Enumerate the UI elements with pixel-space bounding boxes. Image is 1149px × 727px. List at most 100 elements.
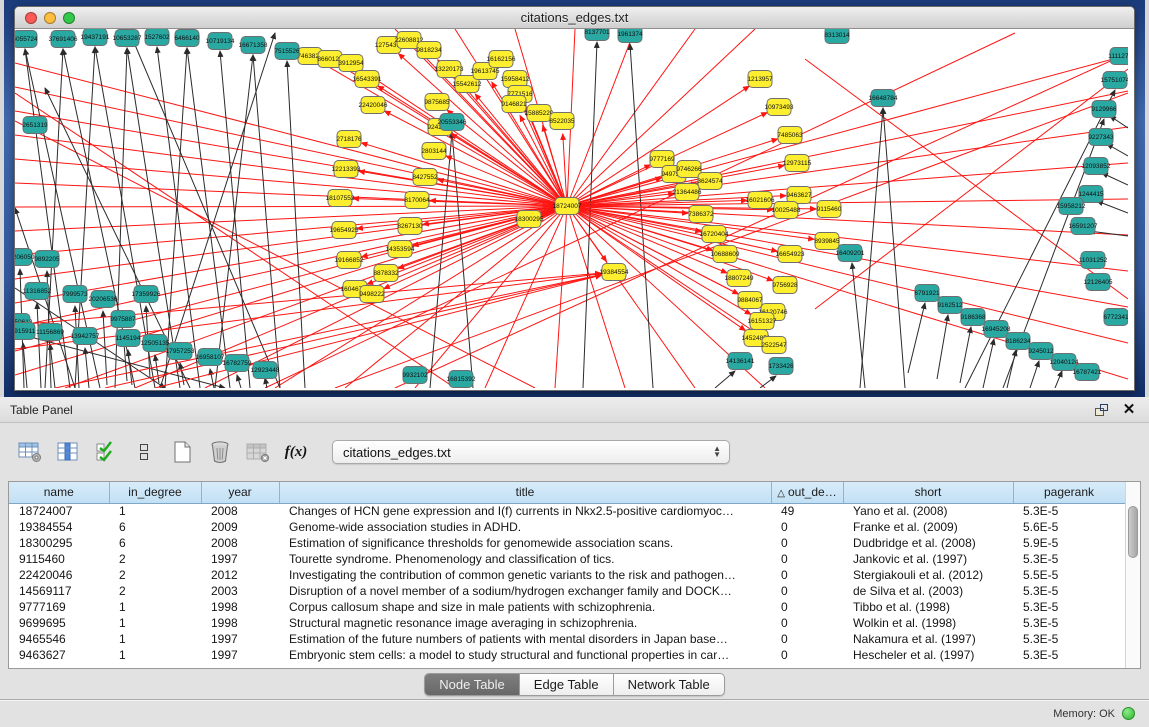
graph-node[interactable]: 1961374 (617, 29, 643, 43)
graph-node[interactable]: 9777169 (649, 151, 675, 168)
table-cell[interactable]: 0 (771, 519, 843, 535)
table-cell[interactable]: Franke et al. (2009) (843, 519, 1013, 535)
graph-node[interactable]: 9875685 (424, 94, 450, 111)
table-cell[interactable]: Dudbridge et al. (2008) (843, 535, 1013, 551)
table-cell[interactable]: 1 (109, 615, 201, 631)
graph-node[interactable]: 16162156 (487, 51, 516, 68)
graph-node[interactable]: 16654923 (776, 246, 805, 263)
graph-node[interactable]: 8878332 (373, 265, 399, 282)
graph-node[interactable]: 9932102 (402, 367, 428, 384)
selection-mode-icon[interactable] (128, 437, 160, 467)
graph-node[interactable]: 17957253 (166, 343, 195, 360)
graph-node[interactable]: 2718176 (336, 131, 362, 148)
select-all-icon[interactable] (90, 437, 122, 467)
table-cell[interactable]: 0 (771, 567, 843, 583)
table-cell[interactable]: 1 (109, 599, 201, 615)
graph-node[interactable]: 16591207 (1069, 218, 1098, 235)
table-cell[interactable]: 5.3E-5 (1013, 551, 1125, 567)
graph-node[interactable]: 16648784 (869, 90, 898, 107)
graph-node[interactable]: 7999573 (62, 286, 88, 303)
graph-node[interactable]: 37691406 (49, 31, 78, 48)
graph-node[interactable]: 6466140 (174, 30, 200, 47)
table-cell[interactable]: 2008 (201, 535, 279, 551)
function-builder-icon[interactable]: f(x) (280, 437, 312, 467)
graph-node[interactable]: 16958107 (196, 349, 225, 366)
graph-node[interactable]: 6791921 (914, 285, 940, 302)
graph-node[interactable]: 2522547 (761, 337, 787, 354)
select-columns-icon[interactable] (52, 437, 84, 467)
graph-node[interactable]: 9975887 (110, 311, 136, 328)
graph-node[interactable]: 15751074 (1101, 72, 1128, 89)
graph-node[interactable]: 18300295 (515, 211, 544, 228)
graph-node[interactable]: 22420046 (359, 97, 388, 114)
table-row[interactable]: 911546021997Tourette syndrome. Phenomeno… (9, 551, 1125, 567)
table-cell[interactable]: 0 (771, 631, 843, 647)
graph-node[interactable]: 8267130 (397, 218, 423, 235)
table-cell[interactable]: 5.5E-5 (1013, 567, 1125, 583)
graph-node[interactable]: 18107552 (326, 190, 355, 207)
graph-node[interactable]: 8313014 (824, 29, 850, 44)
graph-node[interactable]: 9818234 (416, 42, 442, 59)
graph-node[interactable]: 16787421 (1073, 364, 1102, 381)
graph-node[interactable]: 12923448 (251, 362, 280, 379)
graph-node[interactable]: 18724007 (553, 198, 582, 215)
table-cell[interactable]: 18300295 (9, 535, 109, 551)
graph-node[interactable]: 1145194 (116, 330, 141, 347)
table-cell[interactable]: 2 (109, 583, 201, 599)
graph-node[interactable]: 3624574 (697, 173, 723, 190)
table-cell[interactable]: 2 (109, 567, 201, 583)
graph-node[interactable]: 1733426 (768, 358, 794, 375)
graph-node[interactable]: 9186368 (960, 309, 986, 326)
table-cell[interactable]: 18724007 (9, 503, 109, 519)
table-cell[interactable]: 1998 (201, 599, 279, 615)
table-cell[interactable]: 1 (109, 503, 201, 519)
table-settings-icon[interactable] (14, 437, 46, 467)
graph-node[interactable]: 11156869 (36, 324, 64, 341)
table-cell[interactable]: 5.3E-5 (1013, 615, 1125, 631)
table-row[interactable]: 1830029562008Estimation of significance … (9, 535, 1125, 551)
table-cell[interactable]: 5.3E-5 (1013, 583, 1125, 599)
table-cell[interactable]: 1 (109, 631, 201, 647)
graph-node[interactable]: 8170064 (404, 192, 430, 209)
graph-node[interactable]: 3915911 (15, 323, 36, 340)
table-cell[interactable]: 9699695 (9, 615, 109, 631)
table-selector[interactable]: citations_edges.txt ▲▼ (332, 440, 730, 464)
graph-node[interactable]: 19437191 (81, 29, 110, 46)
graph-node[interactable]: 25206050 (15, 249, 35, 266)
delete-table-icon[interactable] (204, 437, 236, 467)
table-row[interactable]: 1456911722003Disruption of a novel membe… (9, 583, 1125, 599)
table-cell[interactable]: Stergiakouli et al. (2012) (843, 567, 1013, 583)
table-scrollbar[interactable] (1125, 482, 1140, 668)
graph-node[interactable]: 10719134 (206, 33, 235, 50)
table-cell[interactable]: Genome-wide association studies in ADHD. (279, 519, 771, 535)
delete-column-icon[interactable] (242, 437, 274, 467)
graph-node[interactable]: 14353594 (386, 241, 415, 258)
tab-network-table[interactable]: Network Table (614, 674, 724, 695)
graph-node[interactable]: 9162512 (937, 297, 963, 314)
column-header-title[interactable]: title (279, 482, 771, 503)
graph-node[interactable]: 16021606 (746, 192, 775, 209)
table-cell[interactable]: 1997 (201, 551, 279, 567)
table-row[interactable]: 946362711997Embryonic stem cells: a mode… (9, 647, 1125, 663)
graph-node[interactable]: 2803144 (421, 143, 447, 160)
graph-node[interactable]: 9756928 (772, 277, 798, 294)
graph-node[interactable]: 8427552 (412, 169, 438, 186)
table-cell[interactable]: 0 (771, 599, 843, 615)
graph-node[interactable]: 6772341 (1103, 309, 1128, 326)
graph-node[interactable]: 9498222 (359, 286, 385, 303)
table-cell[interactable]: 0 (771, 535, 843, 551)
graph-node[interactable]: 20553346 (438, 114, 467, 131)
graph-node[interactable]: 1213957 (747, 71, 773, 88)
graph-node[interactable]: 21364486 (673, 184, 702, 201)
network-window-titlebar[interactable]: citations_edges.txt (15, 7, 1134, 29)
table-cell[interactable]: 9115460 (9, 551, 109, 567)
table-cell[interactable]: Structural magnetic resonance image aver… (279, 615, 771, 631)
table-cell[interactable]: 5.6E-5 (1013, 519, 1125, 535)
graph-node[interactable]: 19654925 (330, 222, 359, 239)
table-cell[interactable]: Embryonic stem cells: a model to study s… (279, 647, 771, 663)
graph-node[interactable]: 14136141 (726, 353, 755, 370)
table-cell[interactable]: Jankovic et al. (1997) (843, 551, 1013, 567)
column-header-pagerank[interactable]: pagerank (1013, 482, 1125, 503)
close-icon[interactable]: ✕ (1119, 401, 1139, 419)
graph-node[interactable]: 1527602 (144, 29, 170, 46)
